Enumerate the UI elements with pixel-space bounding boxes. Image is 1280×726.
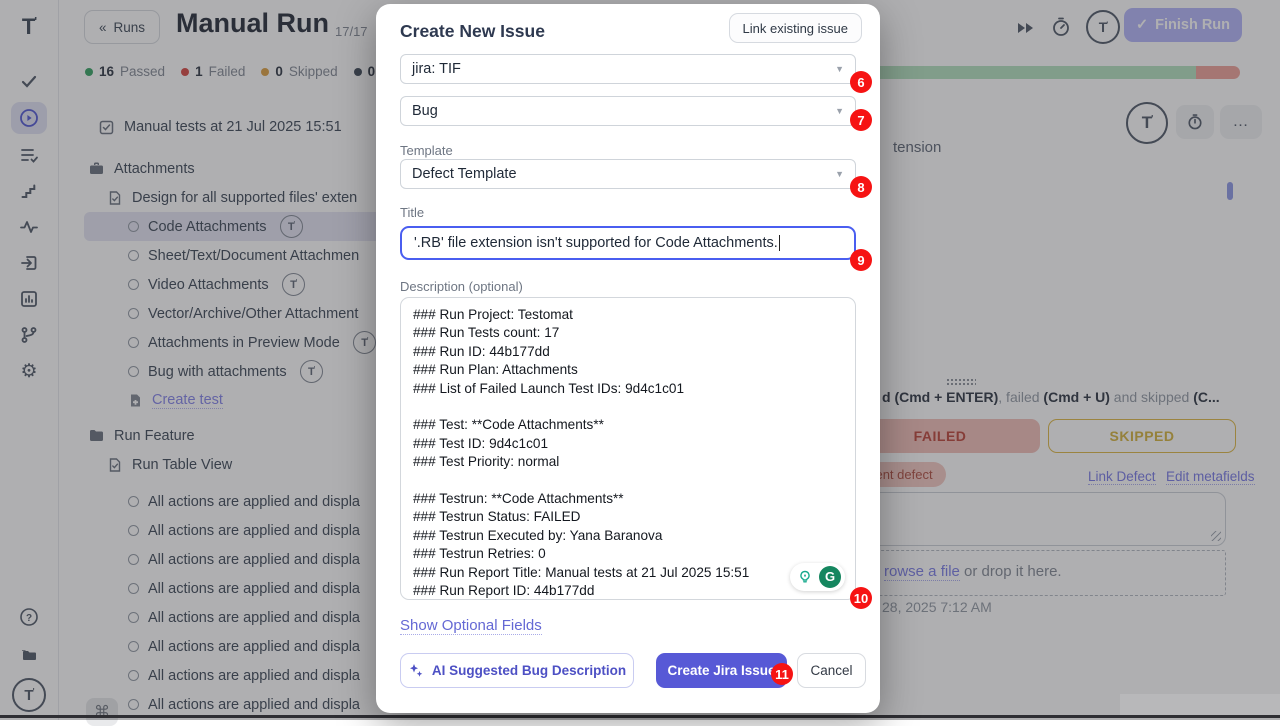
horizontal-scrollbar[interactable] <box>0 715 1280 718</box>
description-label: Description (optional) <box>400 279 523 294</box>
create-jira-issue-button[interactable]: Create Jira Issue <box>656 653 787 688</box>
grammarly-icon[interactable]: G <box>819 566 841 588</box>
issue-description-value: ### Run Project: Testomat ### Run Tests … <box>413 307 749 598</box>
issue-title-value: '.RB' file extension isn't supported for… <box>414 235 778 251</box>
issue-type-select[interactable]: Bug ▼ <box>400 96 856 126</box>
template-select[interactable]: Defect Template ▼ <box>400 159 856 189</box>
step-badge-9: 9 <box>850 249 872 271</box>
issue-type-value: Bug <box>412 103 438 119</box>
create-issue-modal: Create New Issue Link existing issue jir… <box>376 4 880 713</box>
grammarly-widget[interactable]: G <box>790 563 845 591</box>
step-badge-8: 8 <box>850 176 872 198</box>
issue-tracker-select[interactable]: jira: TIF ▼ <box>400 54 856 84</box>
step-badge-11: 11 <box>771 663 793 685</box>
template-label: Template <box>400 143 453 158</box>
step-badge-7: 7 <box>850 109 872 131</box>
issue-title-input[interactable]: '.RB' file extension isn't supported for… <box>400 226 856 260</box>
template-value: Defect Template <box>412 166 517 182</box>
issue-tracker-value: jira: TIF <box>412 61 461 77</box>
step-badge-10: 10 <box>850 587 872 609</box>
show-optional-fields-link[interactable]: Show Optional Fields <box>400 617 542 635</box>
step-badge-6: 6 <box>850 71 872 93</box>
modal-title: Create New Issue <box>400 21 545 42</box>
issue-description-textarea[interactable]: ### Run Project: Testomat ### Run Tests … <box>400 297 856 600</box>
cancel-button[interactable]: Cancel <box>797 653 866 688</box>
text-cursor <box>779 235 780 251</box>
link-existing-issue-button[interactable]: Link existing issue <box>729 13 863 43</box>
title-label: Title <box>400 205 424 220</box>
sparkles-icon <box>408 663 424 679</box>
suggestion-bulb-icon[interactable] <box>794 566 816 588</box>
ai-button-label: AI Suggested Bug Description <box>432 663 626 678</box>
scrollbar-track <box>1120 694 1280 715</box>
ai-suggested-description-button[interactable]: AI Suggested Bug Description <box>400 653 634 688</box>
chevron-down-icon: ▼ <box>835 106 844 116</box>
chevron-down-icon: ▼ <box>835 169 844 179</box>
chevron-down-icon: ▼ <box>835 64 844 74</box>
